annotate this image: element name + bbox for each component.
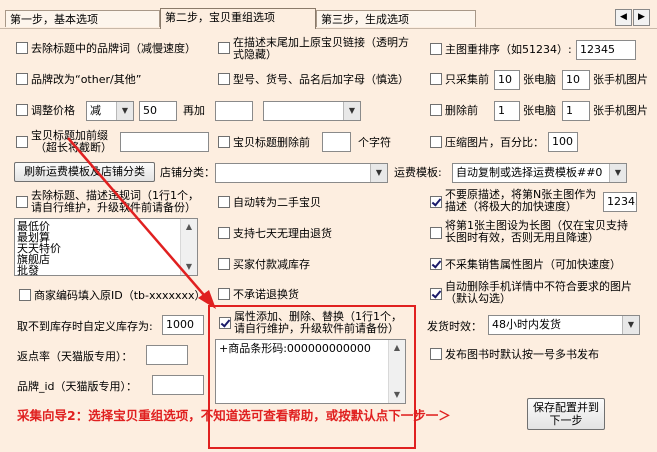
annotation-arrow bbox=[67, 137, 216, 309]
guide-text: 采集向导2：选择宝贝重组选项，不知道选可查看帮助，或按默认点下一步一＞ bbox=[17, 408, 451, 423]
tab-reorganize-options[interactable]: 第二步，宝贝重组选项 bbox=[160, 8, 316, 29]
save-next-button[interactable]: 保存配置并到 下一步 bbox=[527, 398, 605, 430]
